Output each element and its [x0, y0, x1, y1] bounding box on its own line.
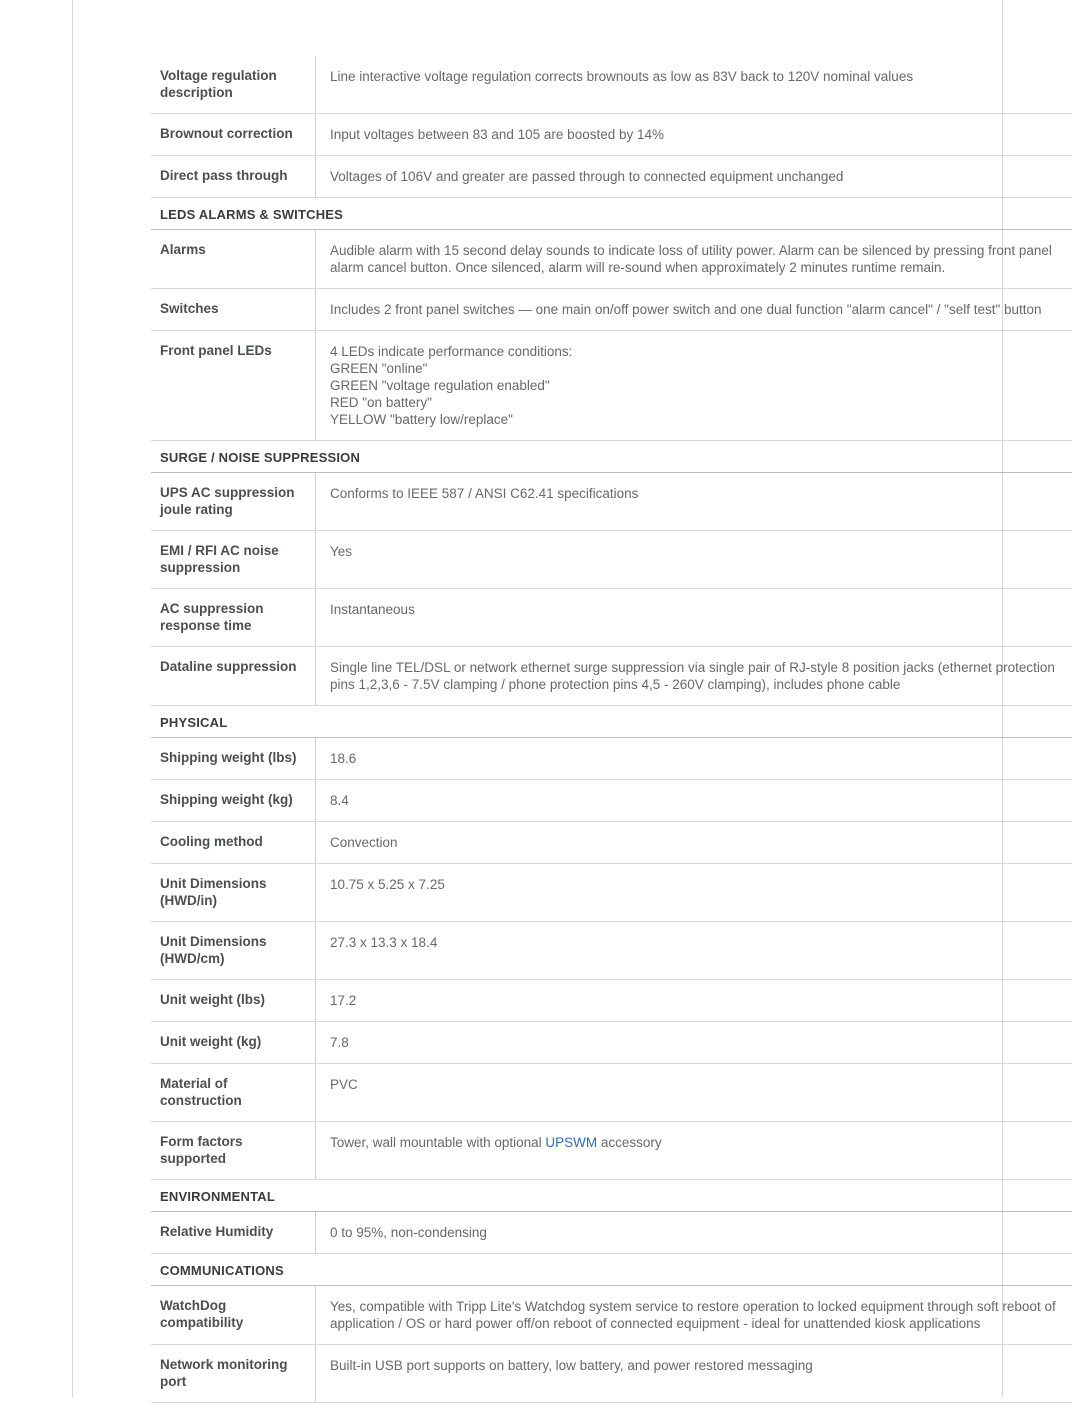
- spec-label: Unit Dimensions (HWD/in): [151, 864, 316, 921]
- spec-label: Material of construction: [151, 1064, 316, 1121]
- spec-label: Voltage regulation description: [151, 56, 316, 113]
- spec-value: 4 LEDs indicate performance conditions: …: [330, 344, 573, 427]
- spec-value: PVC: [330, 1077, 358, 1092]
- spec-value-link[interactable]: UPSWM: [545, 1135, 597, 1150]
- spec-label: EMI / RFI AC noise suppression: [151, 531, 316, 588]
- spec-label: Dataline suppression: [151, 647, 316, 705]
- section-header: LEDS ALARMS & SWITCHES: [151, 198, 1072, 230]
- spec-row: EMI / RFI AC noise suppression Yes: [151, 531, 1072, 589]
- spec-row: Unit weight (lbs) 17.2: [151, 980, 1072, 1022]
- spec-value: Built-in USB port supports on battery, l…: [330, 1358, 813, 1373]
- spec-row: Material of construction PVC: [151, 1064, 1072, 1122]
- spec-value-text: Tower, wall mountable with optional: [330, 1135, 546, 1150]
- spec-row: Dataline suppression Single line TEL/DSL …: [151, 647, 1072, 706]
- spec-row: Switches Includes 2 front panel switches …: [151, 289, 1072, 331]
- spec-row: Direct pass through Voltages of 106V and …: [151, 156, 1072, 198]
- spec-row: UPS AC suppression joule rating Conforms …: [151, 473, 1072, 531]
- spec-label: Direct pass through: [151, 156, 316, 197]
- spec-row: Network monitoring port Built-in USB port…: [151, 1345, 1072, 1403]
- spec-value: Single line TEL/DSL or network ethernet …: [330, 660, 1055, 692]
- spec-value: 8.4: [330, 793, 349, 808]
- spec-value: Yes: [330, 544, 353, 559]
- spec-value: Voltages of 106V and greater are passed …: [330, 169, 844, 184]
- spec-label: AC suppression response time: [151, 589, 316, 646]
- spec-row: Relative Humidity 0 to 95%, non-condensin…: [151, 1212, 1072, 1254]
- spec-row: Alarms Audible alarm with 15 second delay…: [151, 230, 1072, 289]
- spec-row: WatchDog compatibility Yes, compatible wi…: [151, 1286, 1072, 1345]
- spec-value: 27.3 x 13.3 x 18.4: [330, 935, 438, 950]
- spec-row: Unit weight (kg) 7.8: [151, 1022, 1072, 1064]
- spec-value: Audible alarm with 15 second delay sound…: [330, 243, 1052, 275]
- spec-row: Voltage regulation description Line inter…: [151, 56, 1072, 114]
- spec-row: Unit Dimensions (HWD/cm) 27.3 x 13.3 x 18…: [151, 922, 1072, 980]
- spec-label: Network monitoring port: [151, 1345, 316, 1402]
- spec-label: Unit weight (kg): [151, 1022, 316, 1063]
- spec-value: 17.2: [330, 993, 357, 1008]
- spec-row: Shipping weight (kg) 8.4: [151, 780, 1072, 822]
- spec-value-text: accessory: [597, 1135, 662, 1150]
- spec-row: Cooling method Convection: [151, 822, 1072, 864]
- spec-row: Unit Dimensions (HWD/in) 10.75 x 5.25 x 7…: [151, 864, 1072, 922]
- spec-row: Form factors supported Tower, wall mounta…: [151, 1122, 1072, 1180]
- spec-label: Relative Humidity: [151, 1212, 316, 1253]
- spec-value: 10.75 x 5.25 x 7.25: [330, 877, 445, 892]
- spec-value: Convection: [330, 835, 398, 850]
- spec-label: Cooling method: [151, 822, 316, 863]
- spec-label: Alarms: [151, 230, 316, 288]
- spec-value: Line interactive voltage regulation corr…: [330, 69, 914, 84]
- spec-value: Includes 2 front panel switches — one ma…: [330, 302, 1042, 317]
- spec-label: Form factors supported: [151, 1122, 316, 1179]
- spec-value: Yes, compatible with Tripp Lite's Watchd…: [330, 1299, 1056, 1331]
- spec-row: Shipping weight (lbs) 18.6: [151, 738, 1072, 780]
- spec-label: Shipping weight (kg): [151, 780, 316, 821]
- spec-value: 7.8: [330, 1035, 349, 1050]
- spec-value: Instantaneous: [330, 602, 415, 617]
- section-header: SURGE / NOISE SUPPRESSION: [151, 441, 1072, 473]
- spec-value: 18.6: [330, 751, 357, 766]
- specification-table: Voltage regulation description Line inter…: [151, 56, 1072, 1403]
- section-header: COMMUNICATIONS: [151, 1254, 1072, 1286]
- spec-value: Input voltages between 83 and 105 are bo…: [330, 127, 664, 142]
- spec-value: Tower, wall mountable with optional UPSW…: [321, 1122, 1072, 1179]
- spec-row: AC suppression response time Instantaneou…: [151, 589, 1072, 647]
- spec-label: Unit weight (lbs): [151, 980, 316, 1021]
- spec-label: UPS AC suppression joule rating: [151, 473, 316, 530]
- spec-row: Brownout correction Input voltages betwee…: [151, 114, 1072, 156]
- spec-label: Switches: [151, 289, 316, 330]
- spec-label: Shipping weight (lbs): [151, 738, 316, 779]
- spec-label: Brownout correction: [151, 114, 316, 155]
- spec-value: Conforms to IEEE 587 / ANSI C62.41 speci…: [330, 486, 639, 501]
- section-header: PHYSICAL: [151, 706, 1072, 738]
- page-frame: Voltage regulation description Line inter…: [72, 0, 1072, 1403]
- spec-row: Front panel LEDs 4 LEDs indicate performa…: [151, 331, 1072, 441]
- spec-label: Unit Dimensions (HWD/cm): [151, 922, 316, 979]
- section-header: ENVIRONMENTAL: [151, 1180, 1072, 1212]
- spec-value: 0 to 95%, non-condensing: [330, 1225, 487, 1240]
- spec-label: WatchDog compatibility: [151, 1286, 316, 1344]
- spec-label: Front panel LEDs: [151, 331, 316, 440]
